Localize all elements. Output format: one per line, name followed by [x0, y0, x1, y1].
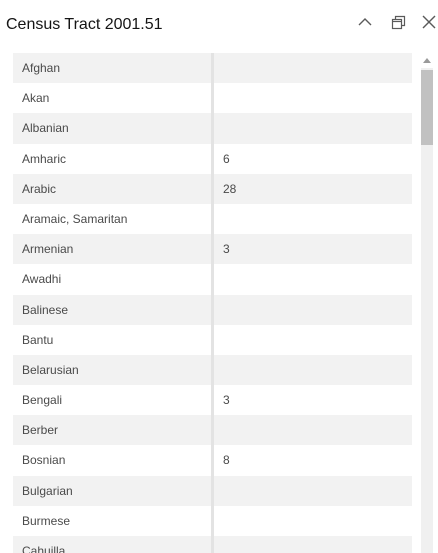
row-field-value: 28 — [223, 181, 237, 196]
chevron-up-icon — [358, 18, 372, 26]
close-icon — [422, 15, 436, 29]
vertical-scrollbar[interactable] — [419, 53, 435, 553]
panel-title: Census Tract 2001.51 — [6, 16, 163, 33]
row-field-name: Berber — [22, 423, 59, 438]
row-field-name: Bantu — [22, 332, 54, 347]
row-field-value: 8 — [223, 453, 230, 468]
row-field-name: Arabic — [22, 181, 57, 196]
row-field-name: Afghan — [22, 61, 61, 75]
row-field-name: Aramaic, Samaritan — [22, 211, 128, 226]
row-field-name: Balinese — [22, 302, 69, 317]
row-field-name: Bosnian — [22, 453, 66, 468]
row-field-name: Bengali — [22, 393, 63, 408]
row-field-name: Cahuilla — [22, 544, 66, 553]
scrollbar-thumb[interactable] — [421, 70, 433, 145]
row-field-name: Awadhi — [22, 272, 62, 287]
panel-header: Census Tract 2001.51 — [0, 0, 438, 52]
row-field-value: 3 — [223, 393, 230, 408]
row-field-name: Amharic — [22, 151, 67, 166]
row-field-name: Bulgarian — [22, 483, 73, 498]
attribute-table: Afghan Akan Albanian Amharic 6 Arabic 28… — [13, 53, 412, 553]
dock-button[interactable] — [387, 10, 411, 34]
column-divider[interactable] — [211, 53, 214, 553]
row-field-name: Belarusian — [22, 362, 79, 377]
collapse-button[interactable] — [353, 10, 377, 34]
row-field-value: 3 — [223, 242, 230, 257]
row-field-name: Burmese — [22, 513, 71, 528]
row-field-value: 6 — [223, 151, 230, 166]
row-field-name: Albanian — [22, 121, 69, 136]
scroll-up-arrow-icon[interactable] — [423, 58, 431, 63]
row-field-name: Akan — [22, 91, 50, 106]
row-field-name: Armenian — [22, 242, 74, 257]
dock-window-icon — [391, 15, 406, 30]
close-button[interactable] — [417, 10, 438, 34]
